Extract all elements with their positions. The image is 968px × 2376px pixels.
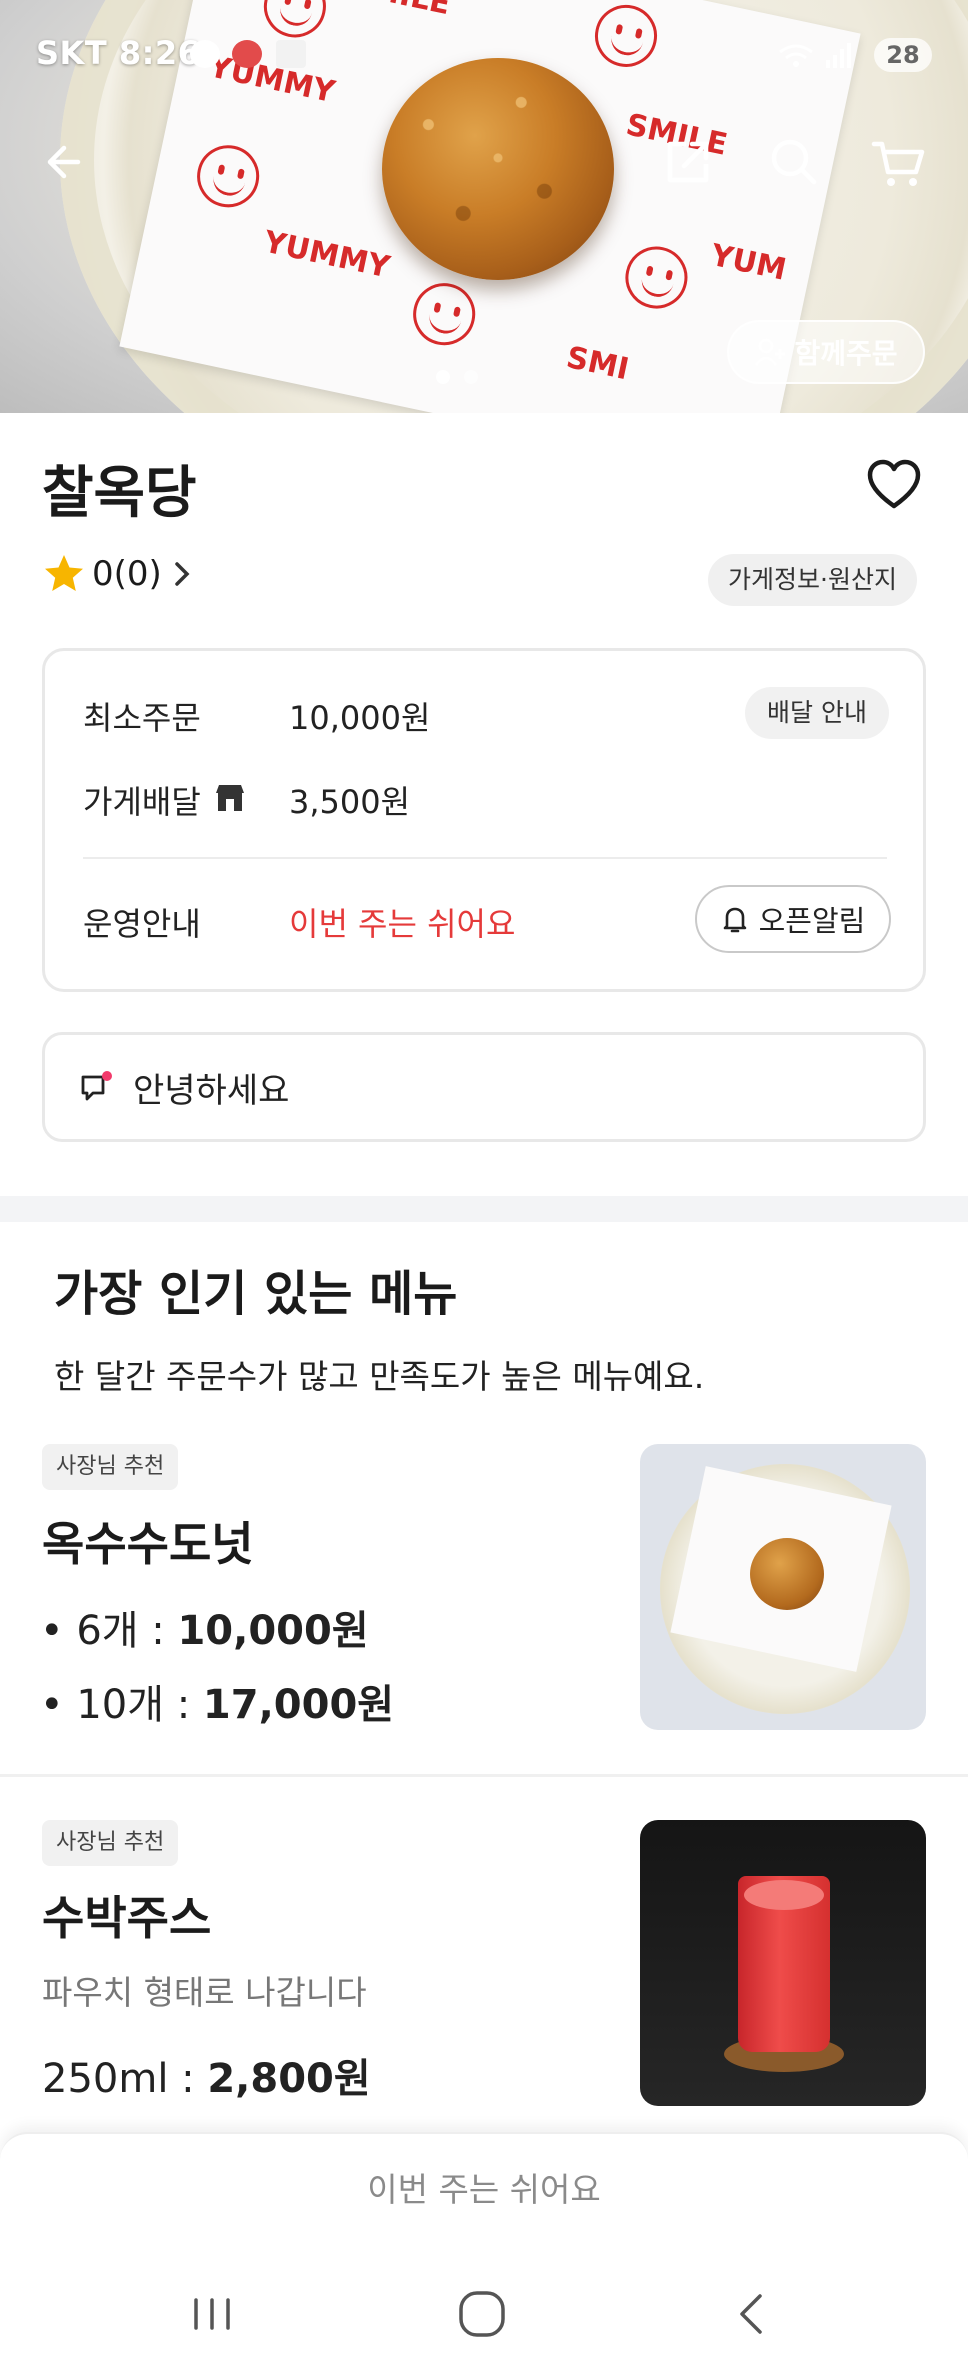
store-delivery-value: 3,500원 — [289, 783, 411, 821]
paper-print: YUMMY — [260, 224, 393, 286]
home-icon[interactable] — [452, 2284, 512, 2344]
price-option: • 6개 : 10,000원 — [40, 1608, 369, 1654]
store-name: 찰옥당 — [42, 461, 197, 526]
price-value: 10,000원 — [177, 1608, 369, 1654]
price-value: 2,800원 — [207, 2056, 371, 2102]
store-delivery-label: 가게배달 — [83, 783, 201, 821]
open-alarm-label: 오픈알림 — [758, 904, 866, 938]
search-icon — [771, 139, 817, 185]
watermelon-juice-thumbnail — [640, 1820, 926, 2106]
min-order-value: 10,000원 — [289, 699, 431, 737]
min-order-label: 최소주문 — [83, 699, 201, 737]
price-qty: 6개 — [76, 1608, 139, 1654]
store-icon — [216, 785, 244, 811]
paper-print: SMILE — [346, 0, 453, 22]
image-pager — [436, 370, 478, 384]
chevron-right-icon — [175, 562, 190, 586]
share-icon — [667, 141, 709, 183]
pager-dot-active — [436, 370, 450, 384]
cart-button[interactable] — [866, 130, 930, 194]
price-option: • 10개 : 17,000원 — [40, 1682, 395, 1728]
together-order-label: 함께주문 — [794, 337, 898, 370]
megaphone-icon — [81, 1071, 112, 1101]
share-button[interactable] — [656, 130, 720, 194]
operation-status: 이번 주는 쉬어요 — [289, 905, 516, 943]
popular-menu-subtitle: 한 달간 주문수가 많고 만족도가 높은 메뉴예요. — [54, 1357, 705, 1396]
rating-value: 0(0) — [92, 554, 162, 594]
popular-menu-title: 가장 인기 있는 메뉴 — [54, 1266, 458, 1322]
add-person-icon — [755, 338, 786, 366]
bell-icon — [723, 907, 746, 933]
operation-label: 운영안내 — [83, 905, 201, 943]
corn-donut-photo — [382, 58, 614, 280]
back-icon[interactable] — [722, 2284, 782, 2344]
signal-icon — [779, 43, 851, 68]
status-bar: SKT 8:26 28 — [0, 28, 968, 82]
cart-icon — [871, 141, 925, 186]
owner-recommend-badge: 사장님 추천 — [42, 1444, 179, 1490]
smiley-print — [191, 139, 265, 214]
back-arrow-icon — [47, 145, 81, 179]
calendar-notification-icon — [276, 40, 306, 68]
notice-text: 안녕하세요 — [133, 1070, 290, 1111]
favorite-button[interactable] — [864, 456, 924, 514]
paper-print: YUM — [707, 237, 790, 288]
home-notification-icon — [232, 40, 262, 68]
smiley-print — [407, 277, 481, 351]
owner-notice[interactable]: 안녕하세요 — [42, 1032, 926, 1142]
recents-icon[interactable] — [182, 2284, 242, 2344]
pager-dot — [464, 370, 478, 384]
talk-notification-icon — [190, 40, 220, 68]
section-divider — [0, 1196, 968, 1222]
menu-item-description: 파우치 형태로 나갑니다 — [42, 1973, 367, 2012]
corn-donut-thumbnail — [640, 1444, 926, 1730]
store-hero-image[interactable]: SMILE YUMMY SMILE YUMMY YUM SMI SKT 8:26… — [0, 0, 968, 413]
price-option: 250ml : 2,800원 — [42, 2056, 371, 2102]
delivery-info-card: 최소주문 10,000원 배달 안내 가게배달 3,500원 운영안내 이번 주… — [42, 648, 926, 992]
delivery-guide-button[interactable]: 배달 안내 — [745, 687, 889, 739]
price-value: 17,000원 — [202, 1682, 395, 1728]
owner-recommend-badge: 사장님 추천 — [42, 1820, 179, 1866]
menu-item-name: 수박주스 — [42, 1891, 212, 1945]
open-alarm-button[interactable]: 오픈알림 — [695, 885, 891, 953]
price-qty: 10개 — [76, 1682, 165, 1728]
smiley-print — [619, 240, 694, 315]
heart-icon — [867, 459, 921, 509]
rating-link[interactable]: 0(0) — [42, 552, 196, 596]
store-info-button[interactable]: 가게정보·원산지 — [708, 554, 917, 606]
paper-print: SMI — [563, 340, 632, 388]
closed-this-week-bar: 이번 주는 쉬어요 — [0, 2132, 968, 2244]
back-button[interactable] — [36, 130, 100, 194]
together-order-button[interactable]: 함께주문 — [727, 320, 925, 384]
card-divider — [83, 857, 887, 859]
star-icon — [45, 555, 83, 591]
system-navigation-bar — [0, 2244, 968, 2376]
item-divider — [0, 1774, 968, 1777]
status-time: SKT 8:26 — [36, 34, 201, 72]
battery-indicator: 28 — [874, 38, 932, 72]
price-size: 250ml — [42, 2056, 169, 2102]
menu-item-name: 옥수수도넛 — [42, 1517, 254, 1571]
search-button[interactable] — [762, 130, 826, 194]
